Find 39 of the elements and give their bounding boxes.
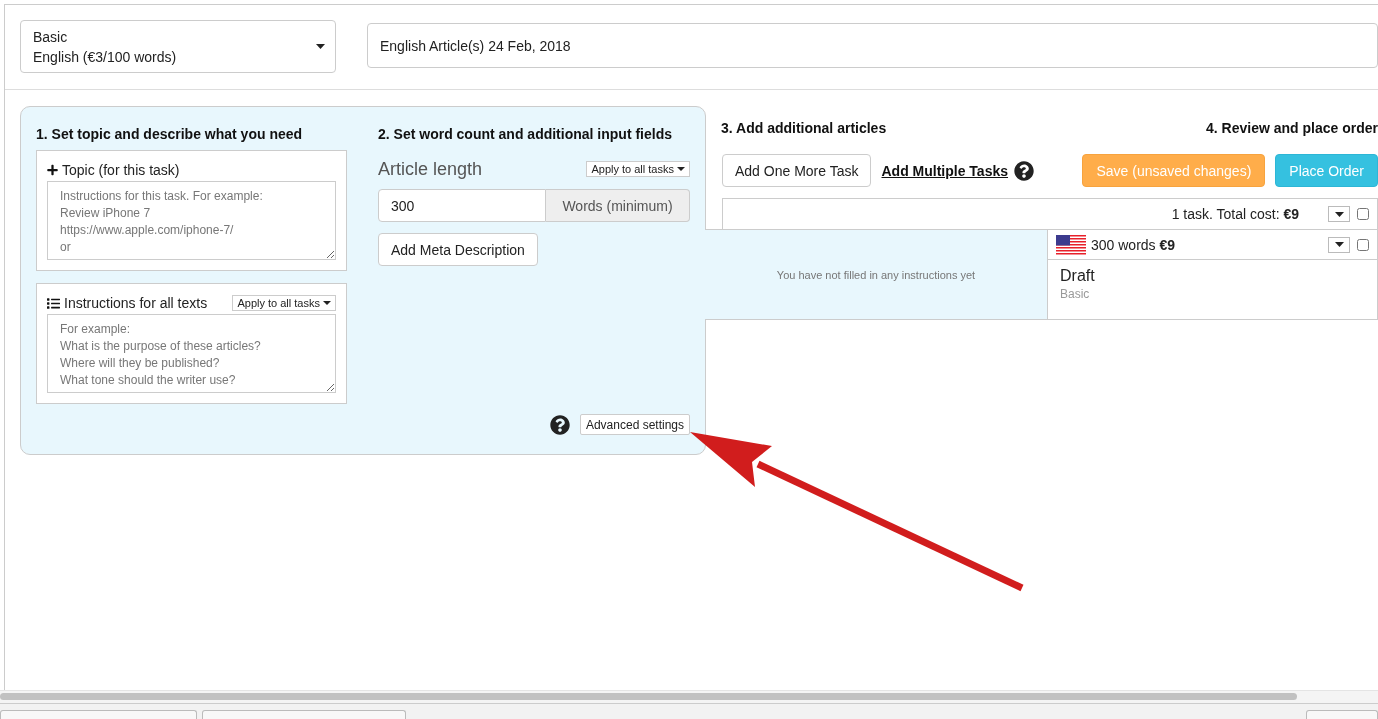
task-title: 300 words €9 — [1091, 236, 1176, 253]
add-task-button[interactable]: Add One More Task — [722, 154, 872, 187]
apply-all-button[interactable]: Apply to all tasks — [586, 161, 690, 177]
field-label: Article length — [378, 158, 483, 181]
word-count-field[interactable]: 300 — [378, 189, 546, 222]
scrollbar-thumb[interactable] — [0, 693, 1297, 700]
caret-icon — [323, 301, 331, 305]
help-icon[interactable] — [1014, 160, 1035, 181]
add-multiple-link[interactable]: Add Multiple Tasks — [881, 162, 1009, 179]
field-label: Topic (for this task) — [62, 161, 180, 180]
caret-icon — [1334, 242, 1344, 247]
list-icon — [47, 296, 60, 310]
flag-icon — [1056, 234, 1086, 255]
field-label: Instructions for all texts — [64, 294, 208, 313]
dropdown-toggle[interactable] — [1328, 206, 1350, 222]
service-select[interactable]: Basic English (€3/100 words) — [20, 20, 336, 73]
advanced-settings-button[interactable]: Advanced settings — [579, 414, 690, 435]
task-status: Draft — [1060, 266, 1096, 286]
select-checkbox[interactable] — [1357, 238, 1369, 251]
dropdown-toggle[interactable] — [1328, 236, 1350, 253]
task-plan: Basic — [1060, 286, 1091, 302]
step-heading: 3. Add additional articles — [721, 119, 887, 138]
unit-label: Words (minimum) — [546, 189, 690, 222]
instructions-field[interactable]: For example: What is the purpose of these articles? Where will they be published? What tone should the writer use? — [47, 314, 336, 393]
select-checkbox[interactable] — [1357, 208, 1369, 220]
step-heading: 2. Set word count and additional input fields — [378, 125, 673, 144]
caret-icon — [316, 44, 325, 49]
caret-icon — [1334, 211, 1344, 217]
plus-icon — [47, 164, 58, 176]
help-icon[interactable] — [549, 414, 570, 435]
empty-note: You have not filled in any instructions yet — [776, 268, 976, 281]
total-cost-text: 1 task. Total cost: €9 — [1171, 206, 1299, 222]
meta-description-button[interactable]: Add Meta Description — [378, 233, 538, 266]
step-heading: 4. Review and place order — [1206, 119, 1378, 138]
apply-all-button[interactable]: Apply to all tasks — [232, 295, 336, 311]
step-heading: 1. Set topic and describe what you need — [36, 125, 304, 144]
topic-field[interactable]: Instructions for this task. For example: Review iPhone 7 https://www.apple.com/iphone-7/ or — [47, 181, 336, 260]
caret-icon — [677, 167, 685, 171]
title-field[interactable]: English Article(s) 24 Feb, 2018 — [367, 23, 1378, 68]
